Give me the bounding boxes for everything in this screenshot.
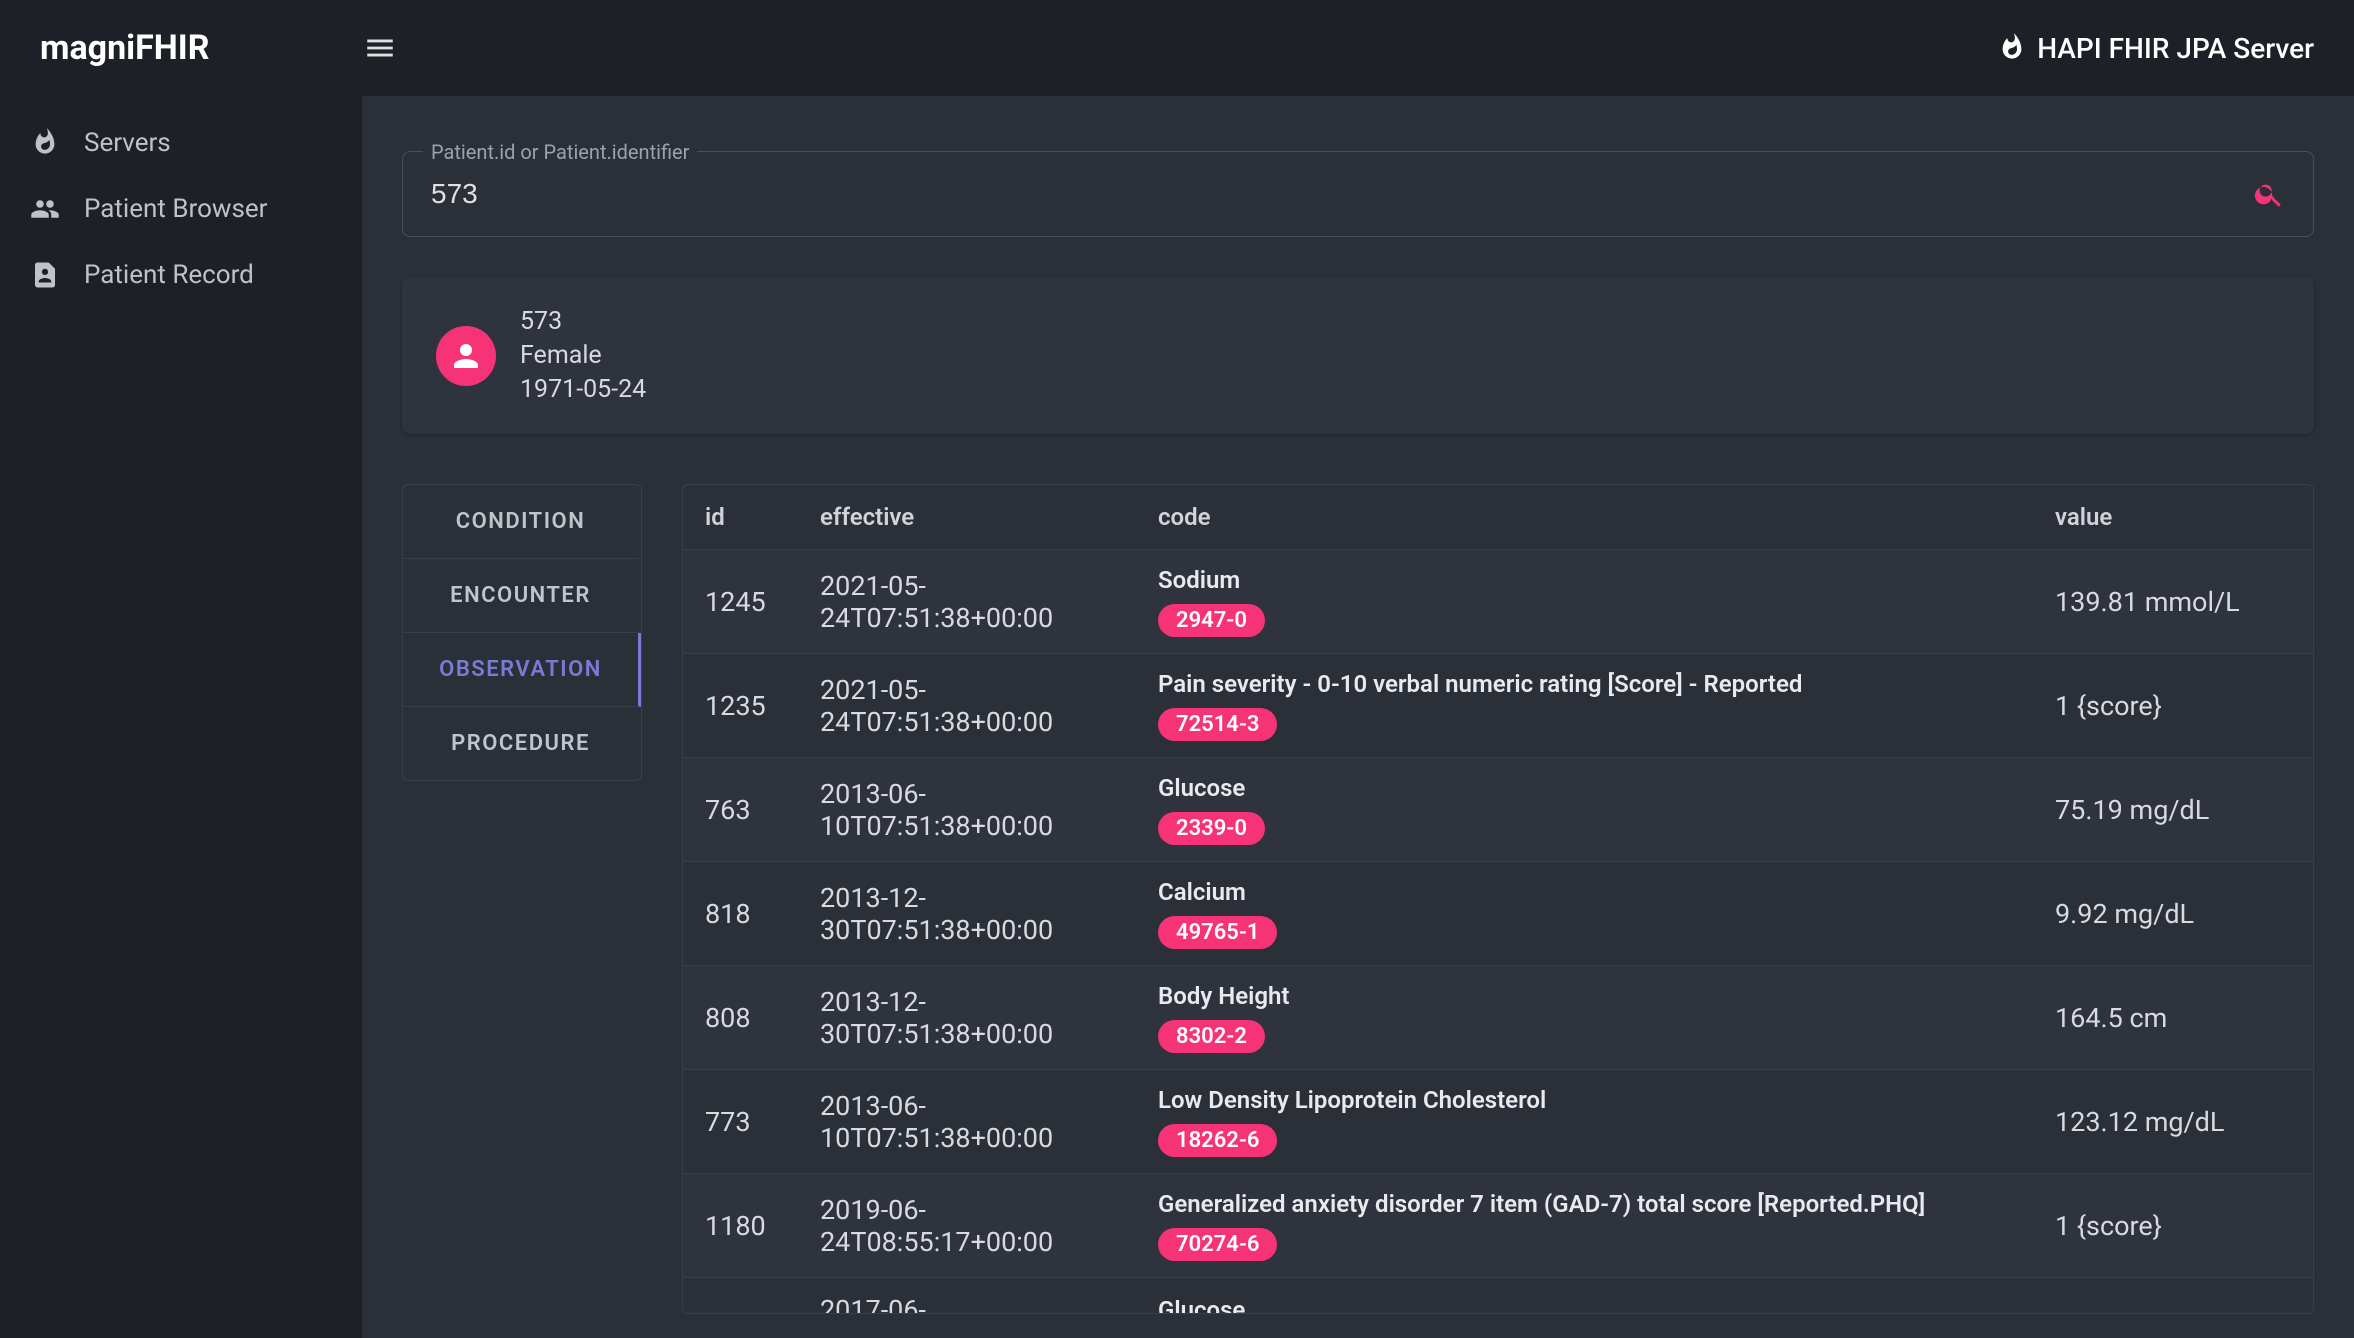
patient-birthdate: 1971-05-24	[520, 373, 646, 407]
cell-effective: 2019-06-24T08:55:17+00:00	[798, 1174, 1136, 1278]
code-display: Glucose	[1158, 1296, 2011, 1314]
cell-code: Pain severity - 0-10 verbal numeric rati…	[1136, 654, 2033, 758]
cell-id	[683, 1278, 798, 1315]
cell-id: 1235	[683, 654, 798, 758]
cell-effective: 2013-12-30T07:51:38+00:00	[798, 966, 1136, 1070]
sidebar-item-patient-record[interactable]: Patient Record	[0, 242, 362, 308]
code-display: Calcium	[1158, 878, 2011, 906]
code-display: Low Density Lipoprotein Cholesterol	[1158, 1086, 2011, 1114]
sidebar: Servers Patient Browser Patient Record	[0, 96, 362, 1338]
person-card-icon	[30, 260, 60, 290]
sidebar-item-patient-browser[interactable]: Patient Browser	[0, 176, 362, 242]
cell-id: 818	[683, 862, 798, 966]
people-icon	[30, 194, 60, 224]
cell-effective: 2013-06-10T07:51:38+00:00	[798, 1070, 1136, 1174]
fire-icon	[30, 128, 60, 158]
tab-encounter[interactable]: ENCOUNTER	[403, 559, 641, 633]
cell-value: 139.81 mmol/L	[2033, 550, 2313, 654]
col-code: code	[1136, 485, 2033, 550]
sidebar-item-label: Patient Browser	[84, 194, 267, 224]
cell-id: 808	[683, 966, 798, 1070]
cell-id: 1245	[683, 550, 798, 654]
code-display: Body Height	[1158, 982, 2011, 1010]
cell-id: 1180	[683, 1174, 798, 1278]
table-header-row: id effective code value	[683, 485, 2313, 550]
sidebar-item-label: Servers	[84, 128, 171, 158]
observation-table: id effective code value 12452021-05-24T0…	[682, 484, 2314, 1314]
patient-meta: 573 Female 1971-05-24	[520, 305, 646, 406]
col-value: value	[2033, 485, 2313, 550]
server-badge[interactable]: HAPI FHIR JPA Server	[1997, 32, 2314, 65]
patient-search-input[interactable]	[431, 178, 2253, 210]
cell-value	[2033, 1278, 2313, 1315]
table-row[interactable]: 2017-06- Glucose	[683, 1278, 2313, 1315]
code-display: Generalized anxiety disorder 7 item (GAD…	[1158, 1190, 2011, 1218]
cell-value: 164.5 cm	[2033, 966, 2313, 1070]
code-chip: 18262-6	[1158, 1124, 1277, 1157]
cell-code: Calcium 49765-1	[1136, 862, 2033, 966]
code-chip: 70274-6	[1158, 1228, 1277, 1261]
sidebar-item-label: Patient Record	[84, 260, 254, 290]
table-row[interactable]: 8182013-12-30T07:51:38+00:00 Calcium 49765…	[683, 862, 2313, 966]
cell-effective: 2013-06-10T07:51:38+00:00	[798, 758, 1136, 862]
cell-value: 75.19 mg/dL	[2033, 758, 2313, 862]
tab-condition[interactable]: CONDITION	[403, 485, 641, 559]
patient-summary-card: 573 Female 1971-05-24	[402, 277, 2314, 434]
cell-code: Generalized anxiety disorder 7 item (GAD…	[1136, 1174, 2033, 1278]
cell-value: 9.92 mg/dL	[2033, 862, 2313, 966]
col-effective: effective	[798, 485, 1136, 550]
code-chip: 49765-1	[1158, 916, 1277, 949]
cell-value: 1 {score}	[2033, 1174, 2313, 1278]
code-chip: 8302-2	[1158, 1020, 1265, 1053]
fire-icon	[1997, 33, 2027, 63]
server-name: HAPI FHIR JPA Server	[2037, 32, 2314, 65]
cell-effective: 2013-12-30T07:51:38+00:00	[798, 862, 1136, 966]
cell-effective: 2017-06-	[798, 1278, 1136, 1315]
resource-tabs: CONDITION ENCOUNTER OBSERVATION PROCEDUR…	[402, 484, 642, 781]
cell-effective: 2021-05-24T07:51:38+00:00	[798, 654, 1136, 758]
code-display: Sodium	[1158, 566, 2011, 594]
cell-value: 123.12 mg/dL	[2033, 1070, 2313, 1174]
patient-search-field: Patient.id or Patient.identifier	[402, 151, 2314, 237]
search-button[interactable]	[2253, 178, 2285, 210]
search-icon	[2253, 178, 2285, 210]
menu-toggle-button[interactable]	[360, 28, 400, 68]
topbar: magniFHIR HAPI FHIR JPA Server	[0, 0, 2354, 96]
table-row[interactable]: 7732013-06-10T07:51:38+00:00Low Density …	[683, 1070, 2313, 1174]
person-icon	[448, 338, 484, 374]
col-id: id	[683, 485, 798, 550]
sidebar-item-servers[interactable]: Servers	[0, 110, 362, 176]
cell-code: Glucose	[1136, 1278, 2033, 1315]
table-row[interactable]: 8082013-12-30T07:51:38+00:00 Body Height 8…	[683, 966, 2313, 1070]
hamburger-icon	[363, 31, 397, 65]
cell-id: 763	[683, 758, 798, 862]
patient-gender: Female	[520, 339, 646, 373]
main-panel: Patient.id or Patient.identifier 573 Fem…	[362, 96, 2354, 1338]
code-display: Pain severity - 0-10 verbal numeric rati…	[1158, 670, 2011, 698]
cell-effective: 2021-05-24T07:51:38+00:00	[798, 550, 1136, 654]
table-row[interactable]: 12452021-05-24T07:51:38+00:00 Sodium 2947-…	[683, 550, 2313, 654]
cell-value: 1 {score}	[2033, 654, 2313, 758]
code-chip: 2947-0	[1158, 604, 1265, 637]
cell-code: Low Density Lipoprotein Cholesterol 18262…	[1136, 1070, 2033, 1174]
cell-code: Body Height 8302-2	[1136, 966, 2033, 1070]
cell-code: Sodium 2947-0	[1136, 550, 2033, 654]
app-brand: magniFHIR	[40, 28, 360, 68]
record-content: CONDITION ENCOUNTER OBSERVATION PROCEDUR…	[402, 484, 2314, 1314]
cell-id: 773	[683, 1070, 798, 1174]
code-display: Glucose	[1158, 774, 2011, 802]
code-chip: 72514-3	[1158, 708, 1277, 741]
table-row[interactable]: 12352021-05-24T07:51:38+00:00 Pain severi…	[683, 654, 2313, 758]
cell-code: Glucose 2339-0	[1136, 758, 2033, 862]
code-chip: 2339-0	[1158, 812, 1265, 845]
table-row[interactable]: 7632013-06-10T07:51:38+00:00 Glucose 2339-…	[683, 758, 2313, 862]
search-field-label: Patient.id or Patient.identifier	[423, 140, 697, 164]
patient-id: 573	[520, 305, 646, 339]
table-row[interactable]: 11802019-06-24T08:55:17+00:00 Generalized…	[683, 1174, 2313, 1278]
tab-procedure[interactable]: PROCEDURE	[403, 707, 641, 780]
tab-observation[interactable]: OBSERVATION	[403, 633, 641, 707]
patient-avatar	[436, 326, 496, 386]
